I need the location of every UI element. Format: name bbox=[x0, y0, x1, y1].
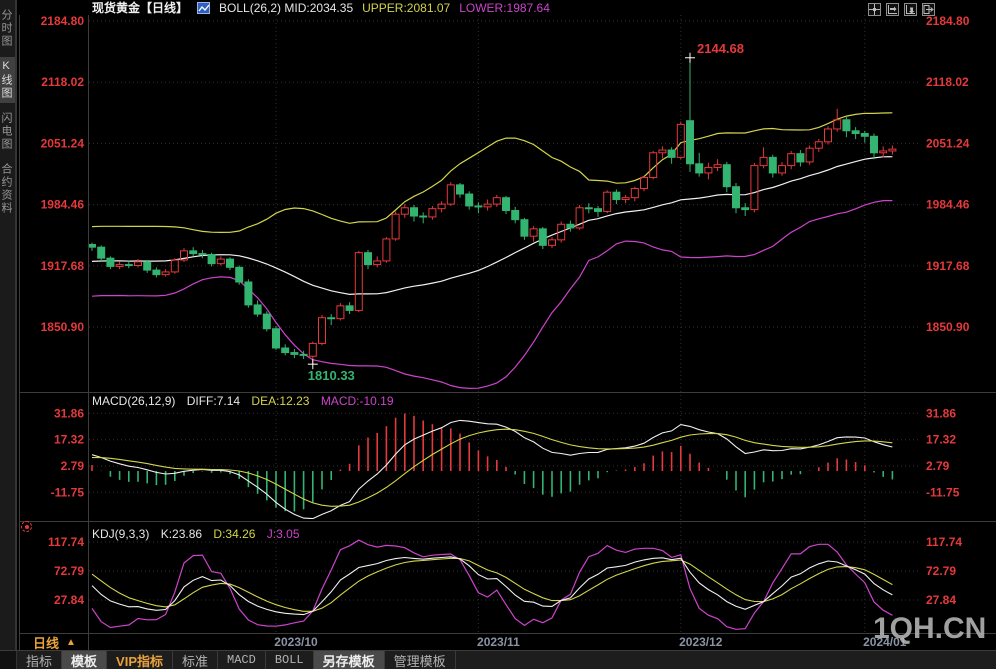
line-chart-icon bbox=[197, 1, 211, 14]
svg-text:72.79: 72.79 bbox=[926, 564, 956, 578]
svg-text:-11.75: -11.75 bbox=[926, 485, 960, 499]
boll-upper-value: UPPER:2081.07 bbox=[362, 0, 451, 15]
macd-macd-value: MACD:-10.19 bbox=[320, 394, 394, 408]
annotations: 2144.68 1810.33 bbox=[307, 41, 744, 383]
svg-text:31.86: 31.86 bbox=[54, 406, 84, 420]
footer-tab-6[interactable]: BOLL bbox=[266, 651, 314, 669]
boll-indicator-label: BOLL(26,2) MID:2034.35 bbox=[219, 0, 354, 15]
footer-tab-1[interactable]: 指标 bbox=[17, 651, 63, 669]
main-chart[interactable]: 2184.80 2118.02 2051.24 1984.46 1917.68 1850.… bbox=[0, 0, 996, 652]
macd-diff-value: DIFF:7.14 bbox=[186, 394, 241, 408]
svg-text:1850.90: 1850.90 bbox=[41, 320, 85, 334]
header-toolbar bbox=[868, 3, 935, 16]
svg-text:-11.75: -11.75 bbox=[51, 485, 85, 499]
svg-text:2184.80: 2184.80 bbox=[926, 14, 970, 28]
svg-text:1984.46: 1984.46 bbox=[926, 198, 970, 212]
svg-text:17.32: 17.32 bbox=[926, 433, 956, 447]
kdj-header: KDJ(9,3,3) K:23.86 D:34.26 J:3.05 bbox=[92, 527, 308, 541]
app-root: 分时图 K线图 闪电图 合约资料 现货黄金【日线】 BOLL(26,2) MID… bbox=[0, 0, 996, 669]
svg-text:2023/11: 2023/11 bbox=[477, 635, 520, 649]
svg-text:2144.68: 2144.68 bbox=[697, 41, 744, 56]
svg-text:2051.24: 2051.24 bbox=[926, 136, 970, 150]
period-selector[interactable]: 日线 ▲ bbox=[20, 634, 87, 651]
exit-right-icon[interactable] bbox=[922, 3, 935, 16]
period-arrow-icon: ▲ bbox=[66, 636, 76, 648]
svg-text:1850.90: 1850.90 bbox=[926, 320, 970, 334]
svg-text:2023/12: 2023/12 bbox=[679, 635, 723, 649]
kdj-params-label: KDJ(9,3,3) bbox=[92, 527, 150, 541]
fit-x-axis-icon[interactable] bbox=[886, 3, 899, 16]
chart-header: 现货黄金【日线】 BOLL(26,2) MID:2034.35 UPPER:20… bbox=[92, 0, 550, 16]
footer-tab-7[interactable]: 另存模板 bbox=[313, 651, 385, 669]
y-axis-right: 2184.80 2118.02 2051.24 1984.46 1917.68 1850.… bbox=[926, 14, 970, 607]
kdj-k-value: K:23.86 bbox=[160, 527, 203, 541]
svg-text:27.84: 27.84 bbox=[926, 593, 956, 607]
svg-text:31.86: 31.86 bbox=[926, 406, 956, 420]
candles-layer bbox=[88, 57, 897, 365]
footer-tab-2[interactable]: 模板 bbox=[62, 651, 108, 669]
svg-text:1984.46: 1984.46 bbox=[41, 198, 85, 212]
svg-text:2184.80: 2184.80 bbox=[41, 14, 85, 28]
y-axis-left: 2184.80 2118.02 2051.24 1984.46 1917.68 1850.… bbox=[41, 14, 85, 607]
fit-y-axis-icon[interactable] bbox=[904, 3, 917, 16]
svg-text:117.74: 117.74 bbox=[926, 535, 962, 549]
kdj-layer bbox=[91, 539, 893, 630]
footer-tab-5[interactable]: MACD bbox=[218, 651, 266, 669]
macd-params-label: MACD(26,12,9) bbox=[92, 394, 176, 408]
svg-text:117.74: 117.74 bbox=[48, 535, 84, 549]
macd-dea-value: DEA:12.23 bbox=[251, 394, 310, 408]
svg-text:2023/10: 2023/10 bbox=[274, 635, 318, 649]
boll-mid-value: MID:2034.35 bbox=[284, 0, 354, 15]
kdj-j-value: J:3.05 bbox=[266, 527, 300, 541]
page-title: 现货黄金【日线】 bbox=[92, 1, 189, 15]
boll-layer bbox=[91, 112, 893, 390]
svg-text:72.79: 72.79 bbox=[54, 564, 84, 578]
svg-text:1917.68: 1917.68 bbox=[41, 259, 85, 273]
svg-text:17.32: 17.32 bbox=[54, 433, 84, 447]
watermark: 1QH.CN bbox=[873, 612, 987, 645]
svg-text:27.84: 27.84 bbox=[54, 593, 84, 607]
panel-dividers bbox=[0, 15, 996, 651]
svg-text:2.79: 2.79 bbox=[926, 459, 950, 473]
crosshair-icon[interactable] bbox=[868, 3, 881, 16]
svg-text:1810.33: 1810.33 bbox=[308, 368, 355, 383]
macd-layer bbox=[91, 413, 894, 519]
toolbar-corner bbox=[0, 651, 17, 669]
footer-tab-3[interactable]: VIP指标 bbox=[107, 651, 173, 669]
period-label: 日线 bbox=[33, 635, 60, 651]
x-axis-labels: 2023/10 2023/11 2023/12 2024/01 bbox=[274, 635, 907, 649]
macd-header: MACD(26,12,9) DIFF:7.14 DEA:12.23 MACD:-… bbox=[92, 394, 402, 408]
svg-text:2.79: 2.79 bbox=[61, 459, 85, 473]
svg-text:2118.02: 2118.02 bbox=[926, 75, 969, 89]
boll-lower-value: LOWER:1987.64 bbox=[459, 0, 550, 15]
footer-tab-8[interactable]: 管理模板 bbox=[385, 651, 456, 669]
svg-text:2051.24: 2051.24 bbox=[41, 136, 85, 150]
svg-text:2118.02: 2118.02 bbox=[41, 75, 84, 89]
footer-toolbar: 指标 模板 VIP指标 标准 MACD BOLL 另存模板 管理模板 bbox=[0, 651, 996, 669]
kdj-settings-icon[interactable] bbox=[21, 521, 32, 532]
svg-text:1917.68: 1917.68 bbox=[926, 259, 970, 273]
toolbar-tabs: 指标 模板 VIP指标 标准 MACD BOLL 另存模板 管理模板 bbox=[17, 651, 456, 669]
kdj-d-value: D:34.26 bbox=[213, 527, 256, 541]
footer-tab-4[interactable]: 标准 bbox=[173, 651, 219, 669]
